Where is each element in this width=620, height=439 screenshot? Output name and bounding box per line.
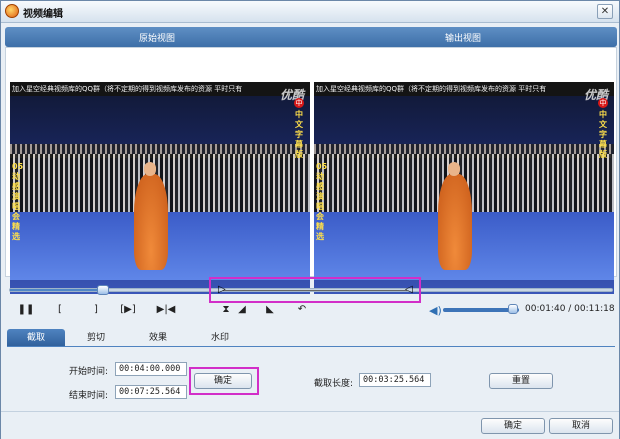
original-view-label: 原始视图 xyxy=(139,34,176,44)
start-time-field[interactable]: 00:04:00.000 xyxy=(115,362,187,376)
end-time-label: 结束时间: xyxy=(69,391,109,401)
video-caption: 加入星空经典视频库的QQ群（将不定期的得到视频库发布的资源 平时只有 xyxy=(314,82,614,96)
tab-effects[interactable]: 效果 xyxy=(129,329,187,347)
timeline-thumb[interactable] xyxy=(97,285,110,295)
video-right-text: 中文字幕版 xyxy=(295,110,303,159)
trim-length-field: 00:03:25.564 xyxy=(359,373,431,387)
red-badge: 中 xyxy=(598,98,608,108)
timecode: 00:01:40 / 00:11:18 xyxy=(525,304,615,314)
rotate-left-icon[interactable]: ◢ xyxy=(231,301,253,319)
singer-head xyxy=(448,162,460,176)
view-header: 原始视图 输出视图 xyxy=(5,27,617,47)
confirm-highlight xyxy=(189,367,259,395)
set-start-button[interactable]: [ xyxy=(49,301,71,319)
video-right-text: 中文字幕版 xyxy=(599,110,607,159)
dialog-footer: 确定 取消 xyxy=(1,411,619,439)
title-bar: 视频编辑 ✕ xyxy=(1,1,619,23)
trim-markers-highlight xyxy=(209,277,421,303)
cancel-button[interactable]: 取消 xyxy=(549,418,613,434)
output-view-label: 输出视图 xyxy=(445,34,482,44)
set-end-button[interactable]: ] xyxy=(85,301,107,319)
video-left-text: 05动感演唱会精选 xyxy=(316,162,328,241)
reset-button[interactable]: 重置 xyxy=(489,373,553,389)
play-selection-button[interactable]: [▶] xyxy=(117,301,139,319)
pause-button[interactable]: ❚❚ xyxy=(15,301,37,319)
video-edit-window: 视频编辑 ✕ 原始视图 输出视图 加入星空经典视频库的QQ群（将不定期的得到视频… xyxy=(0,0,620,439)
app-icon xyxy=(5,4,19,18)
output-video-pane: 加入星空经典视频库的QQ群（将不定期的得到视频库发布的资源 平时只有 优酷 中 … xyxy=(314,82,614,294)
tab-cut[interactable]: 剪切 xyxy=(67,329,125,347)
undo-icon[interactable]: ↶ xyxy=(291,301,313,319)
video-left-text: 05动感演唱会精选 xyxy=(12,162,24,241)
rotate-right-icon[interactable]: ◣ xyxy=(259,301,281,319)
singer xyxy=(438,174,472,270)
volume-icon[interactable]: ◀) xyxy=(429,304,442,317)
start-time-label: 开始时间: xyxy=(69,367,109,377)
step-button[interactable]: ▶|◀ xyxy=(155,301,177,319)
original-video-pane: 加入星空经典视频库的QQ群（将不定期的得到视频库发布的资源 平时只有 优酷 中 … xyxy=(10,82,310,294)
timeline-progress xyxy=(10,289,104,291)
window-title: 视频编辑 xyxy=(23,9,63,20)
close-button[interactable]: ✕ xyxy=(597,4,613,19)
tab-underline xyxy=(7,346,615,347)
singer xyxy=(134,174,168,270)
singer-head xyxy=(144,162,156,176)
red-badge: 中 xyxy=(294,98,304,108)
ok-button[interactable]: 确定 xyxy=(481,418,545,434)
tab-watermark[interactable]: 水印 xyxy=(191,329,249,347)
volume-thumb[interactable] xyxy=(507,304,518,314)
video-area: 加入星空经典视频库的QQ群（将不定期的得到视频库发布的资源 平时只有 优酷 中 … xyxy=(5,47,617,294)
video-caption: 加入星空经典视频库的QQ群（将不定期的得到视频库发布的资源 平时只有 xyxy=(10,82,310,96)
tab-trim[interactable]: 截取 xyxy=(7,329,65,347)
end-time-field[interactable]: 00:07:25.564 xyxy=(115,385,187,399)
trim-length-label: 截取长度: xyxy=(314,379,354,389)
